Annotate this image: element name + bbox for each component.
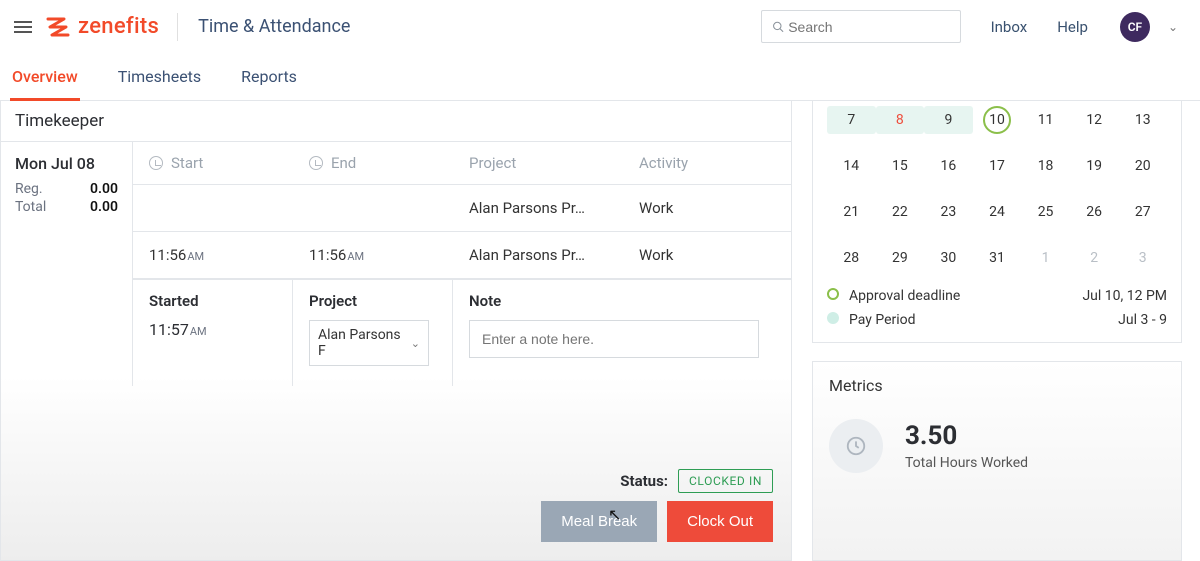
col-start: Start <box>171 154 203 172</box>
total-value: 0.00 <box>90 199 118 215</box>
project-label: Project <box>309 292 436 310</box>
timekeeper-title: Timekeeper <box>1 101 791 142</box>
search-input[interactable] <box>788 19 949 35</box>
calendar-day[interactable]: 14 <box>827 152 876 180</box>
calendar-day[interactable]: 2 <box>1070 244 1119 272</box>
search-box[interactable] <box>761 10 961 43</box>
approval-value: Jul 10, 12 PM <box>1082 288 1167 304</box>
calendar-day[interactable]: 24 <box>973 198 1022 226</box>
clock-start-icon <box>149 156 163 170</box>
brand-name: zenefits <box>78 14 159 39</box>
total-label: Total <box>15 199 46 215</box>
calendar-day[interactable]: 8 <box>876 106 925 134</box>
app-title: Time & Attendance <box>198 16 350 37</box>
calendar-day[interactable]: 29 <box>876 244 925 272</box>
calendar-day[interactable]: 10 <box>973 106 1022 134</box>
calendar-day[interactable]: 13 <box>1118 106 1167 134</box>
tab-reports[interactable]: Reports <box>239 67 299 100</box>
metric-label: Total Hours Worked <box>905 455 1028 471</box>
calendar-day[interactable]: 18 <box>1021 152 1070 180</box>
calendar-day[interactable]: 12 <box>1070 106 1119 134</box>
started-time: 11:57AM <box>149 320 276 339</box>
payperiod-dot-icon <box>827 312 839 324</box>
status-label: Status: <box>620 472 668 490</box>
status-badge: CLOCKED IN <box>678 469 773 493</box>
calendar-day[interactable]: 3 <box>1118 244 1167 272</box>
calendar-day[interactable]: 26 <box>1070 198 1119 226</box>
day-date: Mon Jul 08 <box>15 154 118 173</box>
search-icon <box>772 20 785 34</box>
inbox-link[interactable]: Inbox <box>991 18 1028 36</box>
clock-out-button[interactable]: Clock Out <box>667 501 773 542</box>
time-entry-row[interactable]: 11:56AM11:56AMAlan Parsons Pr…Work <box>133 232 791 279</box>
payperiod-value: Jul 3 - 9 <box>1118 312 1167 328</box>
tab-overview[interactable]: Overview <box>10 67 80 101</box>
deadline-dot-icon <box>827 288 839 300</box>
metric-value: 3.50 <box>905 421 1028 451</box>
note-label: Note <box>469 292 775 310</box>
brand-mark-icon <box>46 15 72 39</box>
clock-end-icon <box>309 156 323 170</box>
metrics-title: Metrics <box>829 376 1165 395</box>
reg-label: Reg. <box>15 181 43 197</box>
chevron-down-icon[interactable]: ⌄ <box>1168 20 1178 34</box>
calendar-day[interactable]: 15 <box>876 152 925 180</box>
menu-icon[interactable] <box>14 21 32 33</box>
payperiod-label: Pay Period <box>849 312 916 328</box>
help-link[interactable]: Help <box>1057 18 1088 36</box>
calendar-day[interactable]: 19 <box>1070 152 1119 180</box>
note-input[interactable] <box>469 320 759 358</box>
col-end: End <box>331 154 356 172</box>
started-label: Started <box>149 292 276 310</box>
calendar-day[interactable]: 16 <box>924 152 973 180</box>
col-project: Project <box>469 154 516 172</box>
approval-label: Approval deadline <box>849 288 960 304</box>
chevron-down-icon: ⌄ <box>411 337 420 350</box>
calendar-day[interactable]: 27 <box>1118 198 1167 226</box>
col-activity: Activity <box>639 154 688 172</box>
calendar-day[interactable]: 1 <box>1021 244 1070 272</box>
calendar-day[interactable]: 31 <box>973 244 1022 272</box>
brand-logo[interactable]: zenefits <box>46 14 159 39</box>
reg-value: 0.00 <box>90 181 118 197</box>
divider <box>177 13 178 41</box>
calendar-day[interactable]: 22 <box>876 198 925 226</box>
calendar-day[interactable]: 9 <box>924 106 973 134</box>
project-select[interactable]: Alan Parsons F ⌄ <box>309 320 429 366</box>
calendar-day[interactable]: 28 <box>827 244 876 272</box>
tab-timesheets[interactable]: Timesheets <box>116 67 203 100</box>
calendar-day[interactable]: 23 <box>924 198 973 226</box>
calendar-day[interactable]: 30 <box>924 244 973 272</box>
calendar-day[interactable]: 11 <box>1021 106 1070 134</box>
calendar-day[interactable]: 17 <box>973 152 1022 180</box>
calendar-day[interactable]: 21 <box>827 198 876 226</box>
clock-metric-icon <box>829 419 883 473</box>
avatar[interactable]: CF <box>1120 12 1150 42</box>
calendar-day[interactable]: 25 <box>1021 198 1070 226</box>
calendar-day[interactable]: 7 <box>827 106 876 134</box>
project-selected: Alan Parsons F <box>318 327 411 359</box>
time-entry-row[interactable]: Alan Parsons Pr…Work <box>133 185 791 232</box>
calendar-day[interactable]: 20 <box>1118 152 1167 180</box>
meal-break-button[interactable]: Meal Break <box>541 501 657 542</box>
